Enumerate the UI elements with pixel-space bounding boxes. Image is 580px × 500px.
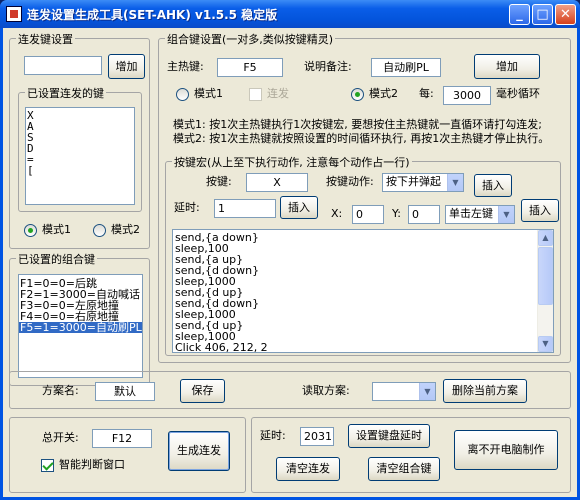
- list-item[interactable]: [: [26, 165, 134, 176]
- clear-burst-button[interactable]: 清空连发: [276, 457, 340, 481]
- main-hotkey-label: 主热键:: [167, 60, 204, 73]
- master-switch-group: 总开关: F12 生成连发 智能判断窗口: [9, 417, 246, 493]
- list-item-selected[interactable]: F5=1=3000=自动刷PL: [19, 322, 142, 333]
- burst-mode1-label[interactable]: 模式1: [42, 223, 71, 237]
- app-window: 连发设置生成工具(SET-AHK) v1.5.5 稳定版 _ □ ✕ 连发键设置…: [0, 0, 580, 500]
- save-scheme-button[interactable]: 保存: [180, 379, 225, 403]
- chevron-down-icon[interactable]: ▼: [419, 383, 435, 400]
- app-icon: [6, 6, 22, 22]
- smart-window-label[interactable]: 智能判断窗口: [59, 458, 125, 472]
- burst-mode2-radio[interactable]: [93, 224, 106, 237]
- insert-key-button[interactable]: 插入: [474, 174, 512, 197]
- burst-mode2-label[interactable]: 模式2: [111, 223, 140, 237]
- list-item[interactable]: D: [26, 143, 134, 154]
- script-line: send,{a down}: [175, 231, 259, 244]
- combo-settings-group: 组合键设置(一对多,类似按键精灵) 主热键: F5 说明备注: 自动刷PL 增加…: [158, 31, 571, 363]
- combo-mode1-label[interactable]: 模式1: [194, 87, 223, 101]
- stay-at-computer-button[interactable]: 离不开电脑制作: [454, 430, 558, 470]
- interval-unit-label: 毫秒循环: [496, 87, 540, 100]
- macro-legend: 按键宏(从上至下执行动作, 注意每个动作占一行): [172, 154, 412, 170]
- macro-delay-label: 延时:: [174, 201, 200, 214]
- scheme-name-label: 方案名:: [42, 384, 79, 397]
- macro-script-textarea[interactable]: send,{a down} sleep,100 send,{a up} send…: [172, 229, 554, 353]
- burst-checkbox[interactable]: [249, 88, 262, 101]
- click-type-select[interactable]: 单击左键 ▼: [445, 205, 515, 224]
- macro-group: 按键宏(从上至下执行动作, 注意每个动作占一行) 按键: X 按键动作: 按下并…: [165, 154, 561, 356]
- add-burst-key-button[interactable]: 增加: [108, 54, 145, 79]
- every-label: 每:: [419, 87, 434, 100]
- burst-keys-list[interactable]: X A S D = [: [25, 107, 135, 205]
- set-burst-keys-legend: 已设置连发的键: [25, 85, 106, 101]
- keyboard-delay-label: 延时:: [260, 429, 286, 442]
- read-scheme-label: 读取方案:: [302, 384, 350, 397]
- y-label: Y:: [392, 207, 401, 220]
- macro-key-label: 按键:: [206, 175, 232, 188]
- burst-keys-legend: 连发键设置: [16, 31, 75, 47]
- generate-burst-button[interactable]: 生成连发: [168, 431, 230, 471]
- note-input[interactable]: 自动刷PL: [371, 58, 441, 77]
- combo-mode2-label[interactable]: 模式2: [369, 87, 398, 101]
- main-hotkey-input[interactable]: F5: [217, 58, 283, 77]
- insert-click-button[interactable]: 插入: [521, 199, 559, 222]
- macro-key-input[interactable]: X: [246, 173, 308, 192]
- close-button[interactable]: ✕: [555, 4, 576, 25]
- scroll-up-icon[interactable]: ▲: [538, 230, 553, 246]
- master-switch-label: 总开关:: [42, 431, 79, 444]
- set-burst-keys-group: 已设置连发的键 X A S D = [: [18, 85, 142, 212]
- note-label: 说明备注:: [304, 60, 352, 73]
- scroll-down-icon[interactable]: ▼: [538, 336, 553, 352]
- smart-window-checkbox[interactable]: [41, 459, 54, 472]
- clear-combo-button[interactable]: 清空组合键: [368, 457, 440, 481]
- delay-group: 延时: 2031 设置键盘延时 清空连发 清空组合键 离不开电脑制作: [251, 417, 571, 493]
- macro-action-value: 按下并弹起: [386, 175, 441, 188]
- click-type-value: 单击左键: [449, 207, 493, 220]
- combo-list-legend: 已设置的组合键: [16, 251, 97, 267]
- chevron-down-icon[interactable]: ▼: [447, 174, 463, 191]
- keyboard-delay-input[interactable]: 2031: [300, 427, 334, 446]
- burst-key-input[interactable]: [24, 56, 102, 75]
- burst-keys-group: 连发键设置 增加 已设置连发的键 X A S D = [ 模式1 模式2: [9, 31, 150, 249]
- scroll-thumb[interactable]: [538, 247, 553, 305]
- mode1-description: 模式1: 按1次主热键执行1次按键宏, 要想按住主热键就一直循环请打勾连发;: [173, 118, 542, 131]
- interval-input[interactable]: 3000: [443, 86, 491, 105]
- combo-mode2-radio[interactable]: [351, 88, 364, 101]
- burst-mode1-radio[interactable]: [24, 224, 37, 237]
- read-scheme-select[interactable]: ▼: [372, 382, 436, 401]
- y-input[interactable]: 0: [408, 205, 440, 224]
- window-title: 连发设置生成工具(SET-AHK) v1.5.5 稳定版: [27, 8, 278, 22]
- x-input[interactable]: 0: [352, 205, 384, 224]
- x-label: X:: [331, 207, 343, 220]
- mode2-description: 模式2: 按1次主热键就按照设置的时间循环执行, 再按1次主热键才停止执行。: [173, 132, 550, 145]
- burst-checkbox-label[interactable]: 连发: [267, 87, 289, 101]
- master-switch-input[interactable]: F12: [92, 429, 152, 448]
- combo-keys-list[interactable]: F1=0=0=后跳 F2=1=3000=自动喊话 F3=0=0=左原地撞 F4=…: [18, 274, 143, 378]
- scheme-name-input[interactable]: 默认: [95, 382, 155, 401]
- chevron-down-icon[interactable]: ▼: [498, 206, 514, 223]
- add-combo-button[interactable]: 增加: [474, 54, 540, 79]
- script-line: Click 406, 212, 2: [175, 341, 268, 353]
- combo-mode1-radio[interactable]: [176, 88, 189, 101]
- list-item[interactable]: =: [26, 154, 134, 165]
- list-item[interactable]: X: [26, 110, 134, 121]
- title-bar[interactable]: 连发设置生成工具(SET-AHK) v1.5.5 稳定版 _ □ ✕: [0, 0, 580, 28]
- scheme-group: 方案名: 默认 保存 读取方案: ▼ 删除当前方案: [9, 371, 571, 409]
- set-keyboard-delay-button[interactable]: 设置键盘延时: [348, 424, 430, 448]
- macro-delay-input[interactable]: 1: [214, 199, 276, 218]
- combo-list-group: 已设置的组合键 F1=0=0=后跳 F2=1=3000=自动喊话 F3=0=0=…: [9, 251, 150, 386]
- script-scrollbar[interactable]: ▲ ▼: [537, 230, 553, 352]
- list-item[interactable]: A: [26, 121, 134, 132]
- maximize-button[interactable]: □: [532, 4, 553, 25]
- macro-action-select[interactable]: 按下并弹起 ▼: [382, 173, 464, 192]
- list-item[interactable]: S: [26, 132, 134, 143]
- macro-action-label: 按键动作:: [326, 175, 374, 188]
- delete-scheme-button[interactable]: 删除当前方案: [443, 379, 527, 403]
- client-area: 连发键设置 增加 已设置连发的键 X A S D = [ 模式1 模式2 已设置…: [3, 28, 577, 497]
- combo-settings-legend: 组合键设置(一对多,类似按键精灵): [165, 31, 336, 47]
- insert-delay-button[interactable]: 插入: [280, 196, 318, 219]
- minimize-button[interactable]: _: [509, 4, 530, 25]
